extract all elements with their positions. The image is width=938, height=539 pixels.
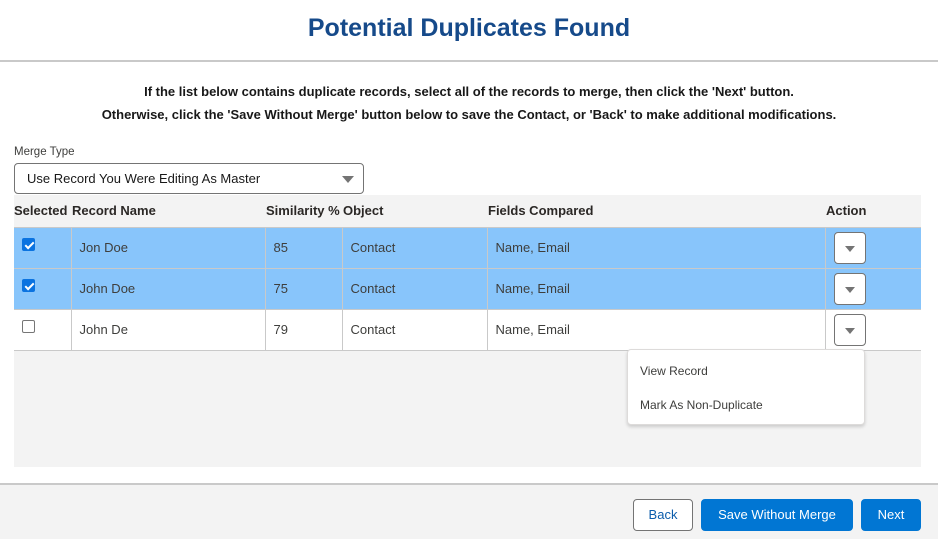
select-cell — [14, 309, 72, 351]
merge-type-value: Use Record You Were Editing As Master — [27, 171, 261, 186]
record-name-cell: John De — [71, 309, 266, 351]
save-without-merge-button[interactable]: Save Without Merge — [701, 499, 853, 531]
chevron-down-icon — [844, 245, 855, 252]
row-action-menu: View Record Mark As Non-Duplicate — [627, 349, 865, 425]
action-cell — [825, 309, 921, 351]
table-row[interactable]: John Doe 75 Contact Name, Email — [14, 268, 921, 310]
page-title: Potential Duplicates Found — [307, 14, 631, 42]
footer-bar: Back Save Without Merge Next — [0, 483, 938, 539]
similarity-cell: 79 — [265, 309, 343, 351]
fields-compared-cell: Name, Email — [487, 268, 826, 310]
duplicates-table-container: Selected Record Name Similarity % Object… — [14, 195, 921, 467]
similarity-cell: 75 — [265, 268, 343, 310]
record-name-cell: John Doe — [71, 268, 266, 310]
next-button[interactable]: Next — [861, 499, 921, 531]
column-header-similarity: Similarity % — [265, 195, 342, 228]
chevron-down-icon — [844, 286, 855, 293]
record-name-cell: Jon Doe — [71, 227, 266, 269]
column-header-fields-compared: Fields Compared — [487, 195, 825, 228]
row-checkbox[interactable] — [22, 238, 35, 252]
column-header-record-name: Record Name — [71, 195, 265, 228]
merge-type-select[interactable]: Use Record You Were Editing As Master — [14, 163, 364, 194]
similarity-cell: 85 — [265, 227, 343, 269]
table-header-row: Selected Record Name Similarity % Object… — [14, 195, 921, 228]
fields-compared-cell: Name, Email — [487, 227, 826, 269]
column-header-action: Action — [825, 195, 921, 228]
table-row[interactable]: John De 79 Contact Name, Email — [14, 309, 921, 351]
action-cell — [825, 227, 921, 269]
select-cell — [14, 227, 72, 269]
merge-type-label: Merge Type — [14, 146, 75, 158]
instructions: If the list below contains duplicate rec… — [0, 80, 938, 126]
object-cell: Contact — [342, 227, 488, 269]
object-cell: Contact — [342, 268, 488, 310]
table-row[interactable]: Jon Doe 85 Contact Name, Email — [14, 227, 921, 269]
object-cell: Contact — [342, 309, 488, 351]
page-header: Potential Duplicates Found — [0, 0, 938, 62]
chevron-down-icon — [342, 176, 354, 183]
action-cell — [825, 268, 921, 310]
fields-compared-cell: Name, Email — [487, 309, 826, 351]
row-checkbox[interactable] — [22, 320, 35, 334]
row-action-button[interactable] — [833, 231, 866, 264]
instructions-line-2: Otherwise, click the 'Save Without Merge… — [101, 107, 837, 122]
row-action-button[interactable] — [833, 313, 866, 346]
chevron-down-icon — [844, 327, 855, 334]
column-header-selected: Selected — [14, 195, 71, 228]
row-action-button[interactable] — [833, 272, 866, 305]
duplicates-table: Selected Record Name Similarity % Object… — [14, 195, 921, 351]
back-button[interactable]: Back — [633, 499, 693, 531]
menu-item-mark-non-duplicate[interactable]: Mark As Non-Duplicate — [640, 398, 763, 412]
menu-item-view-record[interactable]: View Record — [640, 364, 708, 378]
column-header-object: Object — [342, 195, 487, 228]
instructions-line-1: If the list below contains duplicate rec… — [144, 84, 794, 99]
row-checkbox[interactable] — [22, 279, 35, 293]
select-cell — [14, 268, 72, 310]
